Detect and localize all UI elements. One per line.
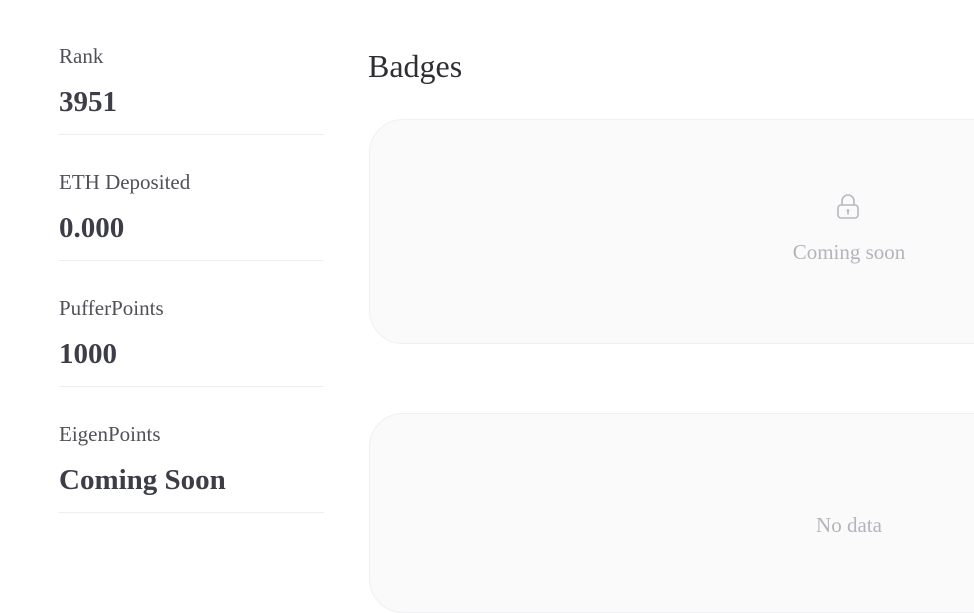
badges-title: Badges: [368, 48, 463, 84]
stat-label-rank: Rank: [59, 44, 104, 68]
stat-label-eth-deposited: ETH Deposited: [59, 170, 191, 194]
stat-label-puffer-points: PufferPoints: [59, 296, 164, 320]
stat-value-eigen-points: Coming Soon: [59, 464, 226, 496]
stat-value-eth-deposited: 0.000: [59, 212, 125, 244]
stat-label-eigen-points: EigenPoints: [59, 422, 161, 446]
stat-value-puffer-points: 1000: [59, 338, 117, 370]
stat-puffer-points: PufferPoints 1000: [59, 252, 324, 387]
badges-coming-soon-text: Coming soon: [792, 240, 906, 264]
stat-eth-deposited: ETH Deposited 0.000: [59, 126, 324, 261]
stat-value-rank: 3951: [59, 86, 117, 118]
stat-eigen-points: EigenPoints Coming Soon: [59, 378, 324, 513]
lock-icon: [837, 194, 859, 219]
no-data-text: No data: [816, 513, 882, 537]
data-panel: No data: [369, 413, 974, 613]
badges-panel: Coming soon: [369, 119, 974, 344]
stat-rank: Rank 3951: [59, 0, 324, 135]
